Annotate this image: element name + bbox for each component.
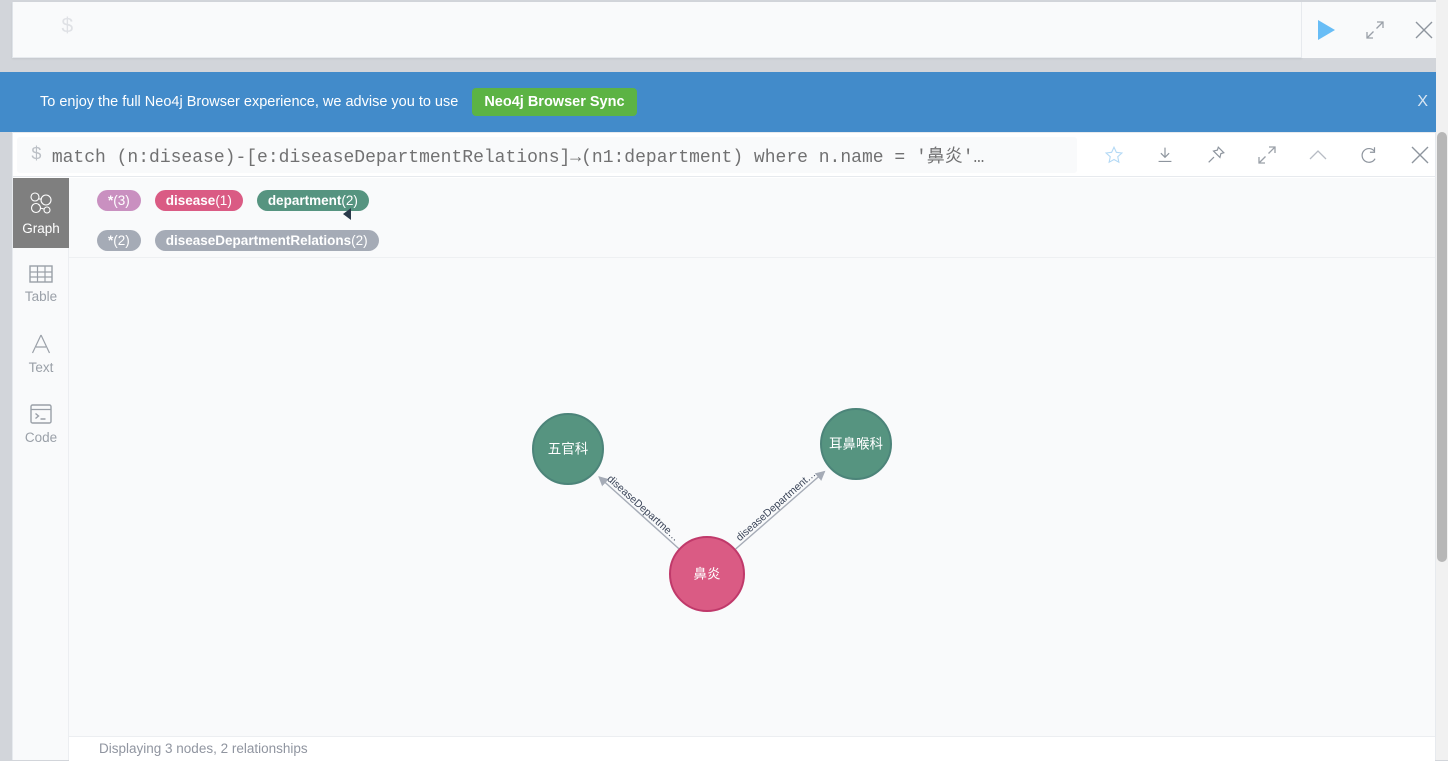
graph-icon [30, 191, 52, 214]
text-icon [31, 334, 51, 353]
frame-query-display[interactable]: $ match (n:disease)-[e:diseaseDepartment… [17, 137, 1077, 173]
graph-node-circle[interactable] [820, 408, 892, 480]
view-switcher: Graph Table Text Code [13, 178, 69, 760]
banner-message: To enjoy the full Neo4j Browser experien… [40, 94, 459, 110]
page-scrollbar-thumb[interactable] [1437, 132, 1447, 562]
frame-expand-button[interactable] [1241, 133, 1292, 177]
legend-pill-any-node[interactable]: *(3) [97, 190, 141, 211]
sidebar-item-text[interactable]: Text [13, 318, 69, 388]
legend-pill-count: (2) [341, 193, 358, 208]
sidebar-item-table[interactable]: Table [13, 248, 69, 318]
legend-pill-label: department [267, 193, 342, 208]
legend-pill-label: disease [165, 193, 216, 208]
legend-pill-count: (3) [113, 193, 130, 208]
sidebar-item-code-label: Code [24, 429, 58, 445]
node-layer[interactable]: 五官科 耳鼻喉科鼻炎 [532, 408, 892, 612]
graph-node-circle[interactable] [532, 413, 604, 485]
legend-pill-any-relationship[interactable]: *(2) [97, 230, 141, 251]
expand-icon [1366, 21, 1384, 39]
banner-close-button[interactable]: X [1417, 93, 1428, 111]
legend-pill-count: (2) [113, 233, 130, 248]
editor-prompt: $ [61, 16, 74, 39]
relationship-label: diseaseDepartment… [734, 468, 818, 544]
node-legend-collapse-icon[interactable] [342, 208, 351, 220]
frame-collapse-button[interactable] [1292, 133, 1343, 177]
frame-icon-group [1088, 133, 1445, 177]
download-icon [1158, 147, 1171, 163]
editor-actions [1302, 2, 1448, 58]
graph-visualization[interactable]: diseaseDepartme… diseaseDepartment… 五官科 耳鼻… [69, 258, 1435, 736]
frame-titlebar: $ match (n:disease)-[e:diseaseDepartment… [13, 133, 1435, 177]
sidebar-item-code[interactable]: Code [13, 388, 69, 458]
rerun-query-button[interactable] [1343, 133, 1394, 177]
node-legend-row: *(3) disease(1) department(2) [97, 190, 369, 220]
pin-icon-button[interactable] [1190, 133, 1241, 177]
expand-icon [1257, 146, 1276, 164]
neo4j-browser-sync-button[interactable]: Neo4j Browser Sync [472, 88, 637, 116]
graph-node[interactable]: 耳鼻喉科 [820, 408, 892, 480]
relationship-legend-row: *(2) diseaseDepartmentRelations(2) [97, 230, 379, 300]
star-icon [1104, 145, 1123, 164]
editor-bar: $ [0, 0, 1448, 60]
chevron-up-icon [1309, 150, 1326, 160]
download-icon-button[interactable] [1139, 133, 1190, 177]
legend-pill-disease-department-relations[interactable]: diseaseDepartmentRelations(2) [154, 230, 379, 251]
sidebar-item-graph-label: Graph [22, 220, 60, 236]
graph-node[interactable]: 鼻炎 [669, 536, 745, 612]
play-icon [1317, 20, 1335, 40]
legend-pill-disease[interactable]: disease(1) [154, 190, 243, 211]
sidebar-item-graph[interactable]: Graph [13, 178, 69, 248]
sidebar-item-table-label: Table [24, 288, 58, 304]
table-icon [29, 264, 53, 283]
editor-expand-button[interactable] [1351, 2, 1400, 58]
legend-pill-department[interactable]: department(2) [256, 190, 369, 211]
graph-node[interactable]: 五官科 [532, 413, 604, 485]
result-frame: $ match (n:disease)-[e:diseaseDepartment… [12, 132, 1436, 761]
query-editor[interactable]: $ [12, 2, 1302, 58]
legend-pill-count: (1) [215, 193, 232, 208]
query-prompt: $ [31, 145, 42, 165]
close-icon [1415, 21, 1433, 39]
pin-icon [1207, 146, 1225, 163]
graph-status-text: Displaying 3 nodes, 2 relationships [69, 736, 1435, 761]
browser-sync-banner: To enjoy the full Neo4j Browser experien… [0, 72, 1448, 132]
legend-panel: *(3) disease(1) department(2) *(2) disea… [69, 178, 1435, 300]
code-icon [30, 403, 52, 424]
close-icon [1411, 146, 1428, 164]
relationship-label: diseaseDepartme… [604, 473, 681, 544]
page-scrollbar[interactable] [1436, 0, 1448, 760]
favorite-icon-button[interactable] [1088, 133, 1139, 177]
legend-pill-label: diseaseDepartmentRelations [165, 233, 352, 248]
run-query-button[interactable] [1302, 2, 1351, 58]
sidebar-item-text-label: Text [28, 359, 54, 375]
graph-canvas[interactable]: diseaseDepartme… diseaseDepartment… 五官科 耳鼻… [69, 258, 1435, 736]
graph-node-circle[interactable] [669, 536, 745, 612]
rerun-icon [1361, 147, 1376, 163]
query-text: match (n:disease)-[e:diseaseDepartmentRe… [51, 148, 985, 168]
legend-pill-count: (2) [351, 233, 368, 248]
